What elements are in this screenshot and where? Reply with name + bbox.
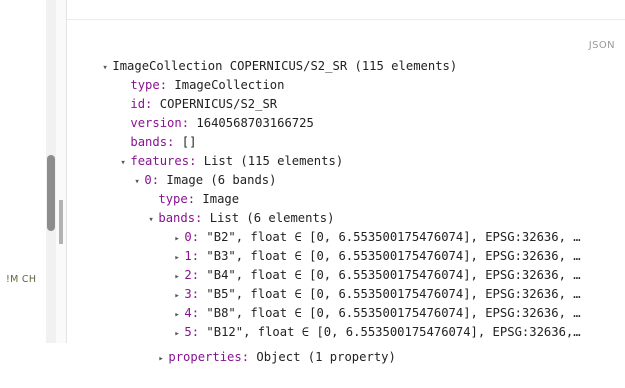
list-item[interactable]: ▸ 5: "B12", float ∈ [0, 6.553500175476074… — [145, 304, 580, 339]
list-item[interactable]: ▸ 3: "B5", float ∈ [0, 6.553500175476074]… — [145, 266, 580, 301]
tree-node-image[interactable]: ▾ 0: Image (6 bands) — [105, 152, 276, 187]
tree-property: id: COPERNICUS/S2_SR — [101, 76, 277, 111]
node-value: Object (1 property) — [256, 350, 396, 364]
list-item[interactable]: ▸ 4: "B8", float ∈ [0, 6.553500175476074]… — [145, 285, 580, 320]
node-key: properties — [168, 350, 242, 364]
json-button[interactable]: JSON — [589, 40, 615, 51]
tree-node-root[interactable]: ▾ ImageCollection COPERNICUS/S2_SR (115 e… — [73, 38, 457, 73]
list-item[interactable]: ▸ 0: "B2", float ∈ [0, 6.553500175476074]… — [145, 209, 580, 244]
tree-node-properties[interactable]: ▸ properties: Object (1 property) — [129, 329, 395, 364]
divider — [67, 19, 625, 20]
separator: : — [241, 350, 257, 364]
scrollbar-thumb[interactable] — [47, 155, 55, 231]
panel-splitter[interactable] — [56, 0, 67, 343]
property-value: 1640568703166725 — [196, 116, 314, 130]
console-output-panel: ▾ ImageCollection COPERNICUS/S2_SR (115 e… — [67, 0, 625, 364]
tree-property: type: Image — [129, 171, 239, 206]
tree-node-bands[interactable]: ▾ bands: List (6 elements) — [119, 190, 334, 225]
tree-node-features[interactable]: ▾ features: List (115 elements) — [91, 133, 343, 168]
list-item[interactable]: ▸ 1: "B3", float ∈ [0, 6.553500175476074]… — [145, 228, 580, 263]
splitter-grip-icon[interactable] — [59, 200, 63, 244]
expand-toggle-icon[interactable]: ▸ — [158, 350, 168, 369]
left-panel: !M CH — [0, 0, 46, 343]
tree-property: bands: [] — [101, 114, 196, 149]
left-panel-label: !M CH — [6, 274, 37, 285]
tree-property: version: 1640568703166725 — [101, 95, 313, 130]
tree-property: type: ImageCollection — [101, 57, 284, 92]
list-item[interactable]: ▸ 2: "B4", float ∈ [0, 6.553500175476074]… — [145, 247, 580, 282]
